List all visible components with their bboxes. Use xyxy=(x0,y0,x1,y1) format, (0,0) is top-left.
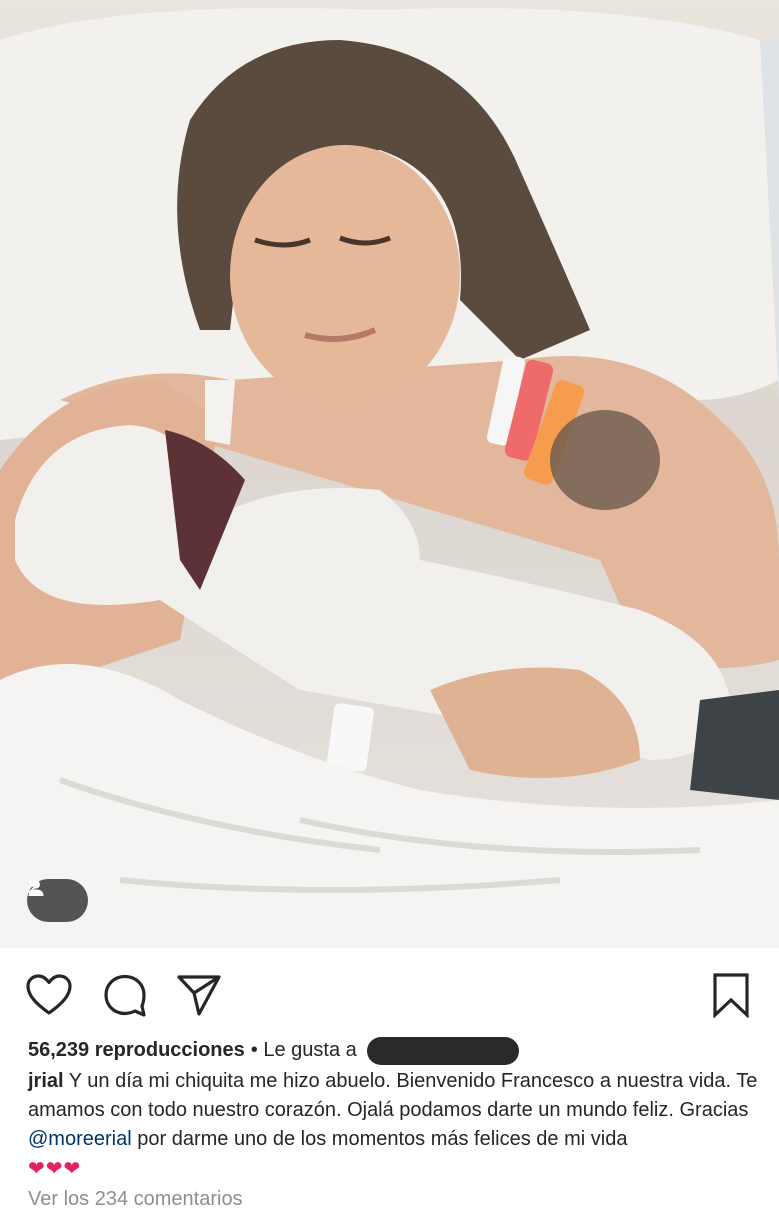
comment-bubble-icon xyxy=(104,974,146,1017)
redacted-username[interactable] xyxy=(366,1036,519,1065)
caption-username[interactable]: jrial xyxy=(28,1070,64,1092)
post-caption: jrial Y un día mi chiquita me hizo abuel… xyxy=(28,1067,768,1184)
share-button[interactable] xyxy=(174,970,224,1020)
comment-button[interactable] xyxy=(100,970,150,1020)
like-button[interactable] xyxy=(24,970,74,1020)
post-action-bar xyxy=(0,948,779,1038)
stats-line: 56,239 reproducciones • Le gusta a xyxy=(28,1036,768,1065)
paper-plane-icon xyxy=(177,975,221,1016)
caption-text-after: por darme uno de los momentos más felice… xyxy=(131,1128,628,1150)
caption-hearts: ❤❤❤ xyxy=(28,1156,82,1180)
post-meta: 56,239 reproducciones • Le gusta a jrial… xyxy=(28,1036,768,1184)
caption-mention[interactable]: @moreerial xyxy=(28,1128,132,1150)
caption-text-before: Y un día mi chiquita me hizo abuelo. Bie… xyxy=(28,1070,758,1121)
save-button[interactable] xyxy=(706,970,756,1020)
photo-illustration xyxy=(0,8,779,948)
chevron-right-icon xyxy=(28,880,37,894)
post-photo[interactable] xyxy=(0,0,779,948)
heart-outline-icon xyxy=(26,974,72,1015)
user-tag-button[interactable] xyxy=(27,879,88,922)
view-count[interactable]: 56,239 reproducciones xyxy=(28,1036,245,1065)
bookmark-outline-icon xyxy=(713,973,749,1018)
liked-by-prefix: • Le gusta a xyxy=(250,1039,357,1061)
